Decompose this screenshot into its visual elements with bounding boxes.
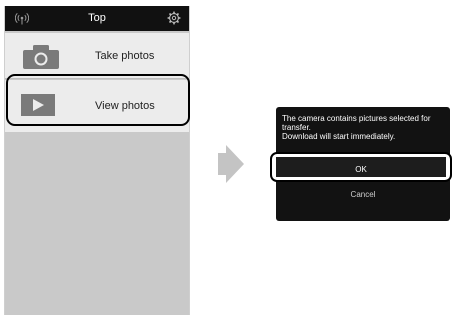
page-title: Top — [88, 12, 106, 24]
menu-item-take-photos[interactable]: Take photos — [5, 33, 189, 79]
next-arrow-icon — [218, 145, 244, 183]
top-header: Top — [5, 6, 189, 31]
camera-icon — [23, 45, 59, 69]
cancel-button[interactable]: Cancel — [276, 190, 450, 200]
menu-label-take-photos: Take photos — [95, 50, 155, 62]
stage: Top Take photos View photos The camera c… — [0, 0, 452, 315]
ok-button-fill: OK — [276, 157, 446, 177]
dialog-message-line2: Download will start immediately. — [282, 132, 396, 141]
ok-button[interactable]: OK — [270, 152, 452, 182]
ok-label: OK — [355, 165, 367, 174]
dialog-message-line1: The camera contains pictures selected fo… — [282, 114, 431, 132]
view-photos-highlight — [6, 74, 190, 126]
gear-icon[interactable] — [167, 11, 181, 25]
dialog-message: The camera contains pictures selected fo… — [282, 114, 447, 141]
phone-screen: Top Take photos View photos — [4, 6, 190, 315]
